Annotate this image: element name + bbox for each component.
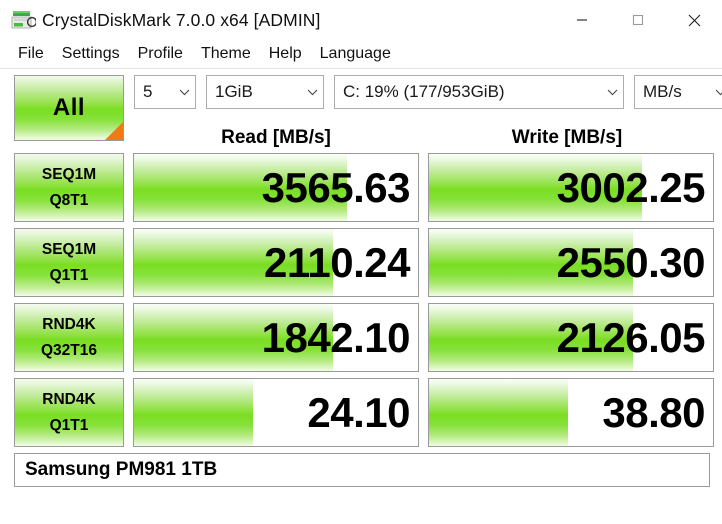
read-value: 3565.63 [261, 163, 411, 211]
chevron-down-icon [301, 89, 323, 96]
status-bar: Samsung PM981 1TB [14, 453, 710, 487]
crystaldiskmark-window: CrystalDiskMark 7.0.0 x64 [ADMIN] File S… [0, 0, 722, 524]
minimize-button[interactable] [554, 0, 610, 40]
test-button-rnd4k-q1t1[interactable]: RND4K Q1T1 [14, 378, 124, 447]
run-all-label: All [52, 94, 86, 121]
device-name: Samsung PM981 1TB [25, 459, 218, 480]
test-name: SEQ1M [41, 241, 97, 259]
menu-item-file[interactable]: File [10, 43, 52, 65]
results-grid: SEQ1M Q8T1 3565.63 3002.25 SEQ1M Q1T1 21… [0, 153, 722, 447]
test-name: RND4K [42, 316, 96, 334]
test-name: SEQ1M [41, 166, 97, 184]
read-value: 24.10 [307, 388, 410, 436]
read-column-header: Read [MB/s] [221, 127, 331, 148]
test-queue: Q8T1 [49, 191, 89, 209]
toolbar: All 5 1GiB C: 19% (177/953GiB) MB/s [0, 69, 722, 141]
read-result-seq1m-q1t1: 2110.24 [133, 228, 419, 297]
chevron-down-icon [709, 89, 722, 96]
test-size-value: 1GiB [215, 82, 253, 101]
run-count-select[interactable]: 5 [134, 75, 196, 109]
read-result-rnd4k-q1t1: 24.10 [133, 378, 419, 447]
run-count-value: 5 [143, 82, 153, 101]
table-row: SEQ1M Q8T1 3565.63 3002.25 [14, 153, 714, 222]
table-row: RND4K Q1T1 24.10 38.80 [14, 378, 714, 447]
test-button-seq1m-q8t1[interactable]: SEQ1M Q8T1 [14, 153, 124, 222]
read-bar-fill [134, 379, 254, 446]
table-row: RND4K Q32T16 1842.10 2126.05 [14, 303, 714, 372]
chevron-down-icon [173, 89, 195, 96]
drive-value: C: 19% (177/953GiB) [343, 82, 505, 101]
write-value: 2126.05 [556, 313, 706, 361]
column-headers: Read [MB/s] Write [MB/s] [0, 127, 722, 153]
menu-item-help[interactable]: Help [261, 43, 310, 65]
close-button[interactable] [666, 0, 722, 40]
write-value: 38.80 [602, 388, 705, 436]
window-title: CrystalDiskMark 7.0.0 x64 [ADMIN] [42, 9, 321, 30]
maximize-button[interactable] [610, 0, 666, 40]
test-button-seq1m-q1t1[interactable]: SEQ1M Q1T1 [14, 228, 124, 297]
menu-item-language[interactable]: Language [312, 43, 399, 65]
write-value: 3002.25 [556, 163, 706, 211]
write-result-rnd4k-q1t1: 38.80 [428, 378, 714, 447]
test-name: RND4K [42, 391, 96, 409]
app-icon [10, 7, 38, 33]
write-result-seq1m-q1t1: 2550.30 [428, 228, 714, 297]
unit-select[interactable]: MB/s [634, 75, 722, 109]
menu-item-theme[interactable]: Theme [193, 43, 259, 65]
write-bar-fill [429, 379, 569, 446]
unit-value: MB/s [643, 82, 682, 101]
write-result-seq1m-q8t1: 3002.25 [428, 153, 714, 222]
title-bar: CrystalDiskMark 7.0.0 x64 [ADMIN] [0, 0, 722, 40]
read-result-seq1m-q8t1: 3565.63 [133, 153, 419, 222]
read-value: 1842.10 [261, 313, 411, 361]
menu-item-settings[interactable]: Settings [54, 43, 128, 65]
menu-item-profile[interactable]: Profile [130, 43, 191, 65]
table-row: SEQ1M Q1T1 2110.24 2550.30 [14, 228, 714, 297]
read-result-rnd4k-q32t16: 1842.10 [133, 303, 419, 372]
chevron-down-icon [601, 89, 623, 96]
write-column-header: Write [MB/s] [511, 127, 623, 148]
test-button-rnd4k-q32t16[interactable]: RND4K Q32T16 [14, 303, 124, 372]
test-queue: Q1T1 [49, 266, 89, 284]
drive-select[interactable]: C: 19% (177/953GiB) [334, 75, 624, 109]
menu-bar: File Settings Profile Theme Help Languag… [0, 40, 722, 69]
write-result-rnd4k-q32t16: 2126.05 [428, 303, 714, 372]
test-queue: Q1T1 [49, 416, 89, 434]
test-queue: Q32T16 [40, 341, 97, 359]
test-size-select[interactable]: 1GiB [206, 75, 324, 109]
window-controls [554, 0, 722, 40]
read-value: 2110.24 [263, 238, 411, 286]
write-value: 2550.30 [556, 238, 706, 286]
